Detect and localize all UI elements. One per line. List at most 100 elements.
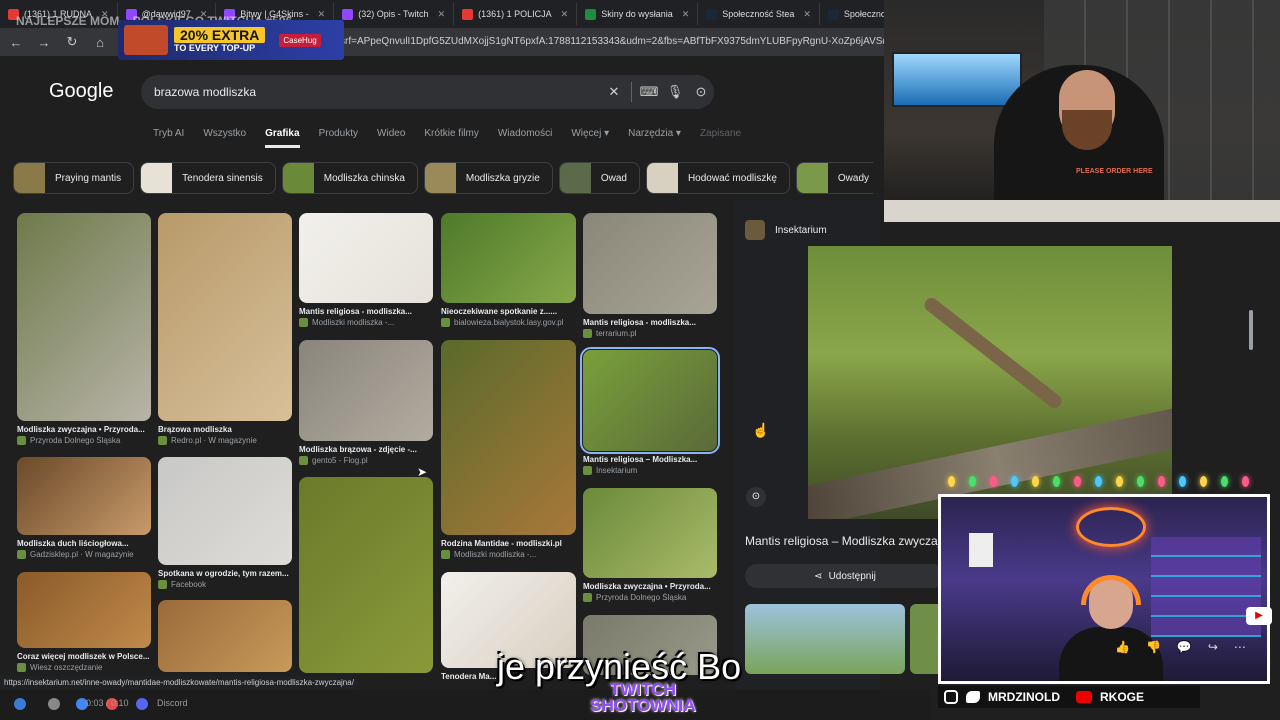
screen: (1361) 1 RUDNA ✕ @dawwid97 ✕ Bitwy | G4Skins…: [0, 0, 1280, 720]
result-title[interactable]: Modliszka duch liściogłowa...: [17, 539, 151, 548]
stream-logo-line2: SHOTOWNIA: [590, 696, 696, 715]
result-title[interactable]: Rodzina Mantidae - modliszki.pl: [441, 539, 576, 548]
result-thumbnail[interactable]: [17, 457, 151, 535]
result-source[interactable]: Modliszki modliszka -...: [441, 550, 576, 559]
result-thumbnail[interactable]: [17, 213, 151, 421]
image-result[interactable]: [158, 600, 292, 672]
image-result[interactable]: Brązowa modliszka Redro.pl · W magazynie: [158, 213, 292, 445]
image-result[interactable]: Modliszka zwyczajna • Przyroda... Przyrod…: [17, 213, 151, 445]
image-results-grid: Modliszka zwyczajna • Przyroda... Przyrod…: [0, 0, 735, 720]
light-bulb-icon: [969, 476, 976, 487]
result-thumbnail[interactable]: [580, 347, 720, 454]
result-thumbnail[interactable]: [441, 213, 576, 303]
aquarium-shape: [892, 52, 1022, 107]
result-source-label: terrarium.pl: [596, 329, 637, 338]
related-chip[interactable]: Owady: [795, 162, 873, 194]
image-result[interactable]: ...rodnika -...: [299, 477, 433, 686]
source-favicon: [745, 220, 765, 240]
result-source[interactable]: Modliszki modliszka -...: [299, 318, 433, 327]
close-icon[interactable]: ✕: [803, 9, 811, 20]
result-thumbnail[interactable]: [158, 213, 292, 421]
result-title[interactable]: Modliszka zwyczajna • Przyroda...: [17, 425, 151, 434]
result-thumbnail[interactable]: [583, 488, 717, 578]
result-source[interactable]: Gadzisklep.pl · W magazynie: [17, 550, 151, 559]
result-thumbnail[interactable]: [441, 340, 576, 535]
preview-source[interactable]: Insektarium: [745, 220, 827, 240]
image-result[interactable]: Mantis religiosa – Modliszka... Insektari…: [580, 347, 720, 475]
source-favicon: [17, 663, 26, 672]
result-thumbnail[interactable]: [17, 572, 151, 648]
headphones-shape: [1081, 575, 1141, 605]
image-result[interactable]: Modliszka duch liściogłowa... Gadzisklep.…: [17, 457, 151, 559]
result-title[interactable]: Nieoczekiwane spotkanie z......: [441, 307, 576, 316]
result-title[interactable]: Brązowa modliszka: [158, 425, 292, 434]
source-favicon: [299, 318, 308, 327]
shelf-shape: [1151, 537, 1261, 637]
result-source[interactable]: Przyroda Dolnego Śląska: [583, 593, 717, 602]
youtube-icon: ▶: [1246, 607, 1272, 625]
result-thumbnail[interactable]: [583, 213, 717, 314]
image-result[interactable]: Modliszka zwyczajna • Przyroda... Przyrod…: [583, 488, 717, 602]
light-bulb-icon: [1221, 476, 1228, 487]
related-image[interactable]: [745, 604, 905, 674]
webcam-streamer: PLEASE ORDER HERE: [884, 0, 1280, 222]
app-icon[interactable]: [48, 698, 60, 710]
result-source-label: bialowieza.bialystok.lasy.gov.pl: [454, 318, 564, 327]
share-icon: ⋖: [814, 570, 823, 582]
result-source[interactable]: Wiesz oszczędzanie: [17, 663, 151, 672]
result-thumbnail[interactable]: [158, 457, 292, 565]
light-bulb-icon: [1116, 476, 1123, 487]
browser-tab[interactable]: Społeczność Stea✕: [820, 3, 884, 25]
webcam-guest: [938, 494, 1270, 684]
result-source[interactable]: terrarium.pl: [583, 329, 717, 338]
result-thumbnail[interactable]: [299, 477, 433, 673]
result-title[interactable]: Modliszka zwyczajna • Przyroda...: [583, 582, 717, 591]
light-bulb-icon: [1158, 476, 1165, 487]
jersey-shape: [969, 533, 993, 567]
result-source[interactable]: gento5 - Flog.pl: [299, 456, 433, 465]
more-icon[interactable]: ⋯: [1234, 640, 1246, 654]
image-result[interactable]: Modliszka brązowa - zdjęcie -... gento5 -…: [299, 340, 433, 465]
result-source[interactable]: Przyroda Dolnego Śląska: [17, 436, 151, 445]
shirt-text: PLEASE ORDER HERE: [1076, 168, 1153, 175]
source-favicon: [17, 550, 26, 559]
result-source-label: Redro.pl · W magazynie: [171, 436, 257, 445]
windows-icon[interactable]: [14, 698, 26, 710]
result-title[interactable]: Mantis religiosa - modliszka...: [299, 307, 433, 316]
result-source[interactable]: Facebook: [158, 580, 292, 589]
result-source[interactable]: Insektarium: [583, 466, 717, 475]
dislike-icon[interactable]: 👎: [1146, 640, 1161, 654]
like-icon[interactable]: 👍: [1115, 640, 1130, 654]
stream-logo: TWITCH SHOTOWNIA: [576, 681, 710, 715]
status-url: https://insektarium.net/inne-owady/manti…: [0, 676, 358, 690]
image-result[interactable]: Nieoczekiwane spotkanie z...... bialowiez…: [441, 213, 576, 327]
comment-icon[interactable]: 💬: [1177, 640, 1192, 654]
image-result[interactable]: Rodzina Mantidae - modliszki.pl Modliszki…: [441, 340, 576, 559]
image-result[interactable]: Mantis religiosa - modliszka... terrarium…: [583, 213, 717, 338]
image-result[interactable]: Spotkana w ogrodzie, tym razem... Faceboo…: [158, 457, 292, 589]
result-title[interactable]: Mantis religiosa - modliszka...: [583, 318, 717, 327]
share-button[interactable]: ⋖ Udostępnij: [745, 564, 945, 588]
lens-search-icon[interactable]: ⊙: [746, 487, 766, 507]
result-title[interactable]: Spotkana w ogrodzie, tym razem...: [158, 569, 292, 578]
discord-icon[interactable]: [136, 698, 148, 710]
image-result[interactable]: Mantis religiosa - modliszka... Modliszki…: [299, 213, 433, 327]
result-title[interactable]: Coraz więcej modliszek w Polsce...: [17, 652, 151, 661]
result-title[interactable]: Modliszka brązowa - zdjęcie -...: [299, 445, 433, 454]
result-thumbnail[interactable]: [299, 213, 433, 303]
result-source[interactable]: bialowieza.bialystok.lasy.gov.pl: [441, 318, 576, 327]
result-source[interactable]: Redro.pl · W magazynie: [158, 436, 292, 445]
source-favicon: [441, 550, 450, 559]
desk-shape: [884, 200, 1280, 222]
light-bulb-icon: [1095, 476, 1102, 487]
image-result[interactable]: Coraz więcej modliszek w Polsce... Wiesz …: [17, 572, 151, 672]
related-image[interactable]: [910, 604, 940, 674]
result-thumbnail[interactable]: [158, 600, 292, 672]
result-title[interactable]: Mantis religiosa – Modliszka...: [583, 455, 717, 464]
chip-thumbnail: [796, 163, 828, 193]
source-favicon: [299, 456, 308, 465]
share-icon[interactable]: ↪: [1208, 640, 1218, 654]
scrollbar[interactable]: [1249, 310, 1253, 350]
result-thumbnail[interactable]: [299, 340, 433, 441]
preview-title[interactable]: Mantis religiosa – Modliszka zwyczajna: [745, 534, 945, 548]
